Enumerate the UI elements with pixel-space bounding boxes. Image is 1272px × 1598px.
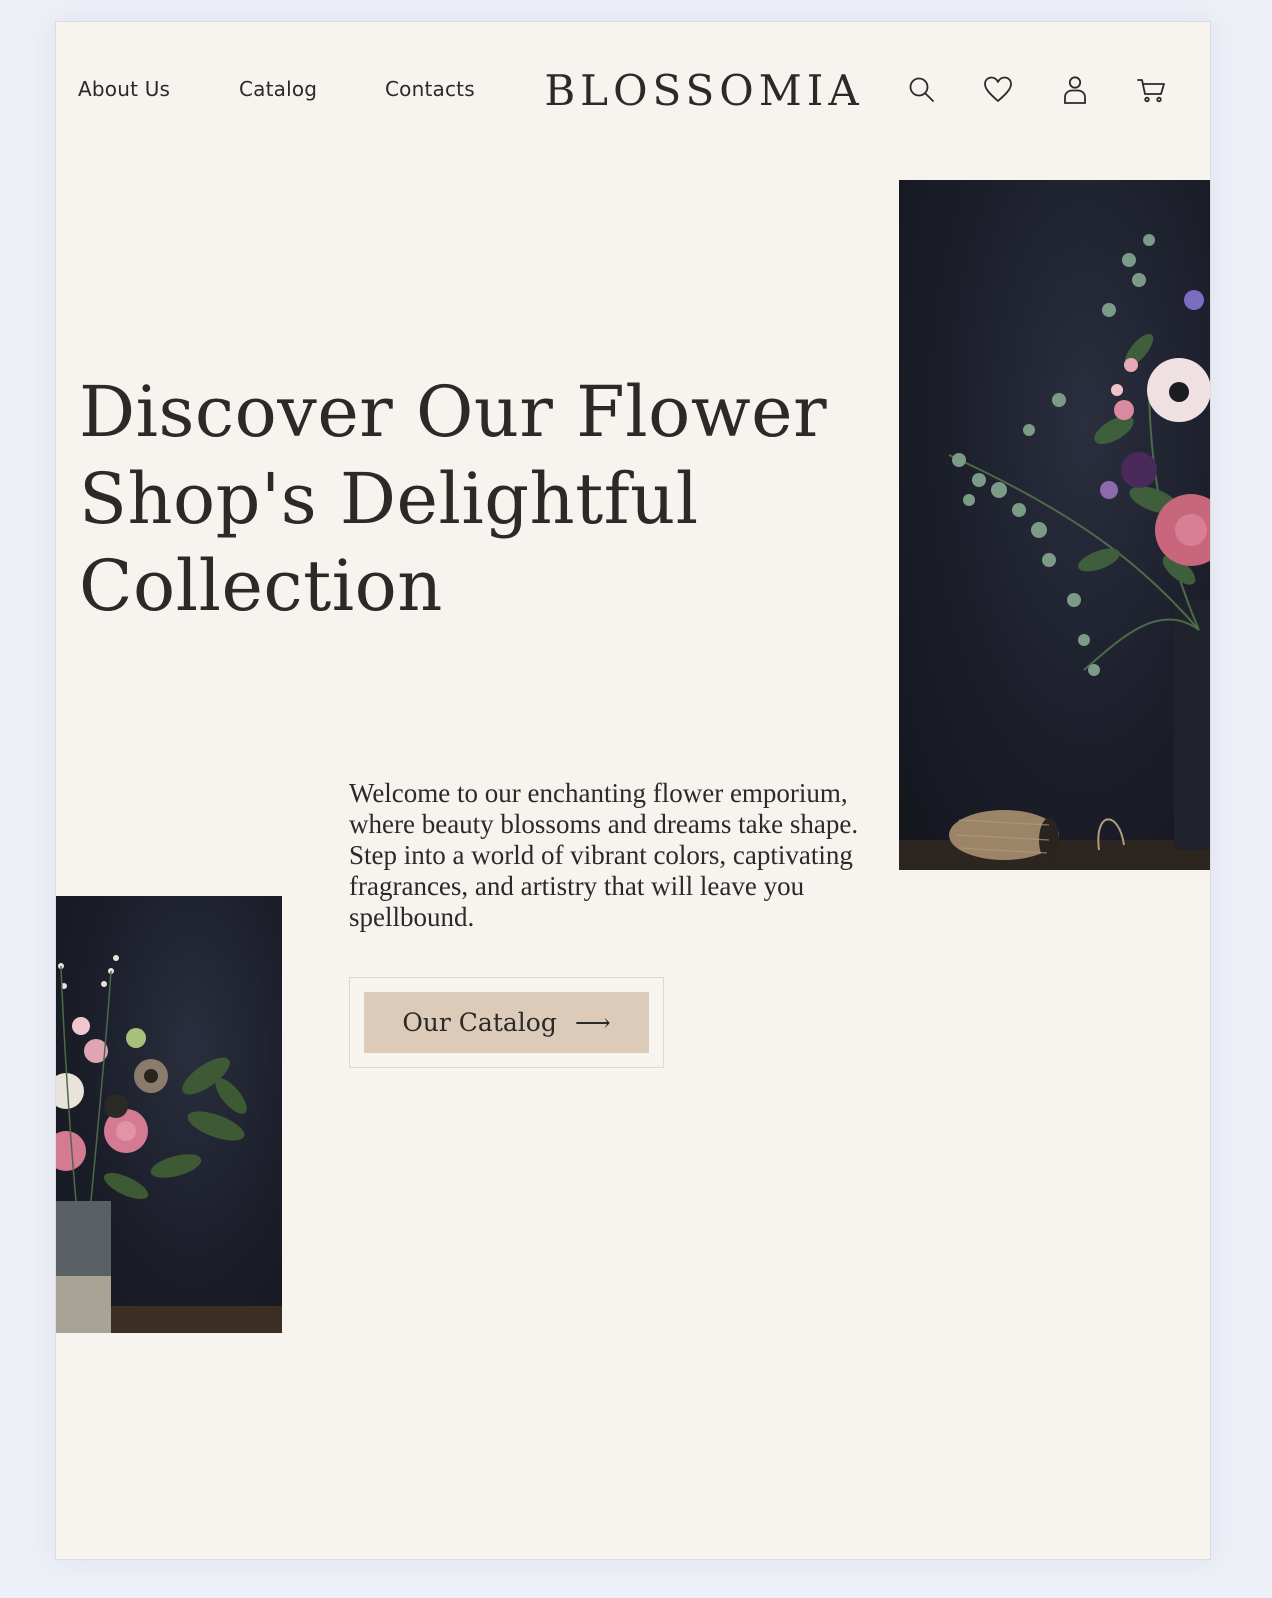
cta-frame: Our Catalog ⟶: [349, 977, 664, 1068]
arrow-right-icon: ⟶: [574, 1008, 611, 1037]
secondary-bouquet-photo: [56, 896, 282, 1333]
headline-line-1: Discover Our Flower: [79, 371, 828, 453]
search-icon[interactable]: [902, 70, 942, 110]
cart-icon[interactable]: [1132, 70, 1172, 110]
user-icon[interactable]: [1055, 70, 1095, 110]
hero-bouquet-photo: [899, 180, 1210, 870]
brand-logo[interactable]: BLOSSOMIA: [544, 66, 864, 115]
headline-line-2: Shop's Delightful: [79, 458, 699, 540]
headline-line-3: Collection: [79, 545, 443, 627]
nav-contacts[interactable]: Contacts: [385, 77, 475, 101]
hero-intro-text: Welcome to our enchanting flower emporiu…: [349, 778, 859, 932]
our-catalog-button[interactable]: Our Catalog ⟶: [364, 992, 649, 1053]
nav-catalog[interactable]: Catalog: [239, 77, 317, 101]
page-frame: About Us Catalog Contacts BLOSSOMIA Disc…: [55, 21, 1211, 1560]
cta-label: Our Catalog: [402, 1008, 557, 1037]
hero-headline: Discover Our Flower Shop's Delightful Co…: [79, 369, 839, 630]
nav-about-us[interactable]: About Us: [78, 77, 170, 101]
heart-icon[interactable]: [978, 70, 1018, 110]
